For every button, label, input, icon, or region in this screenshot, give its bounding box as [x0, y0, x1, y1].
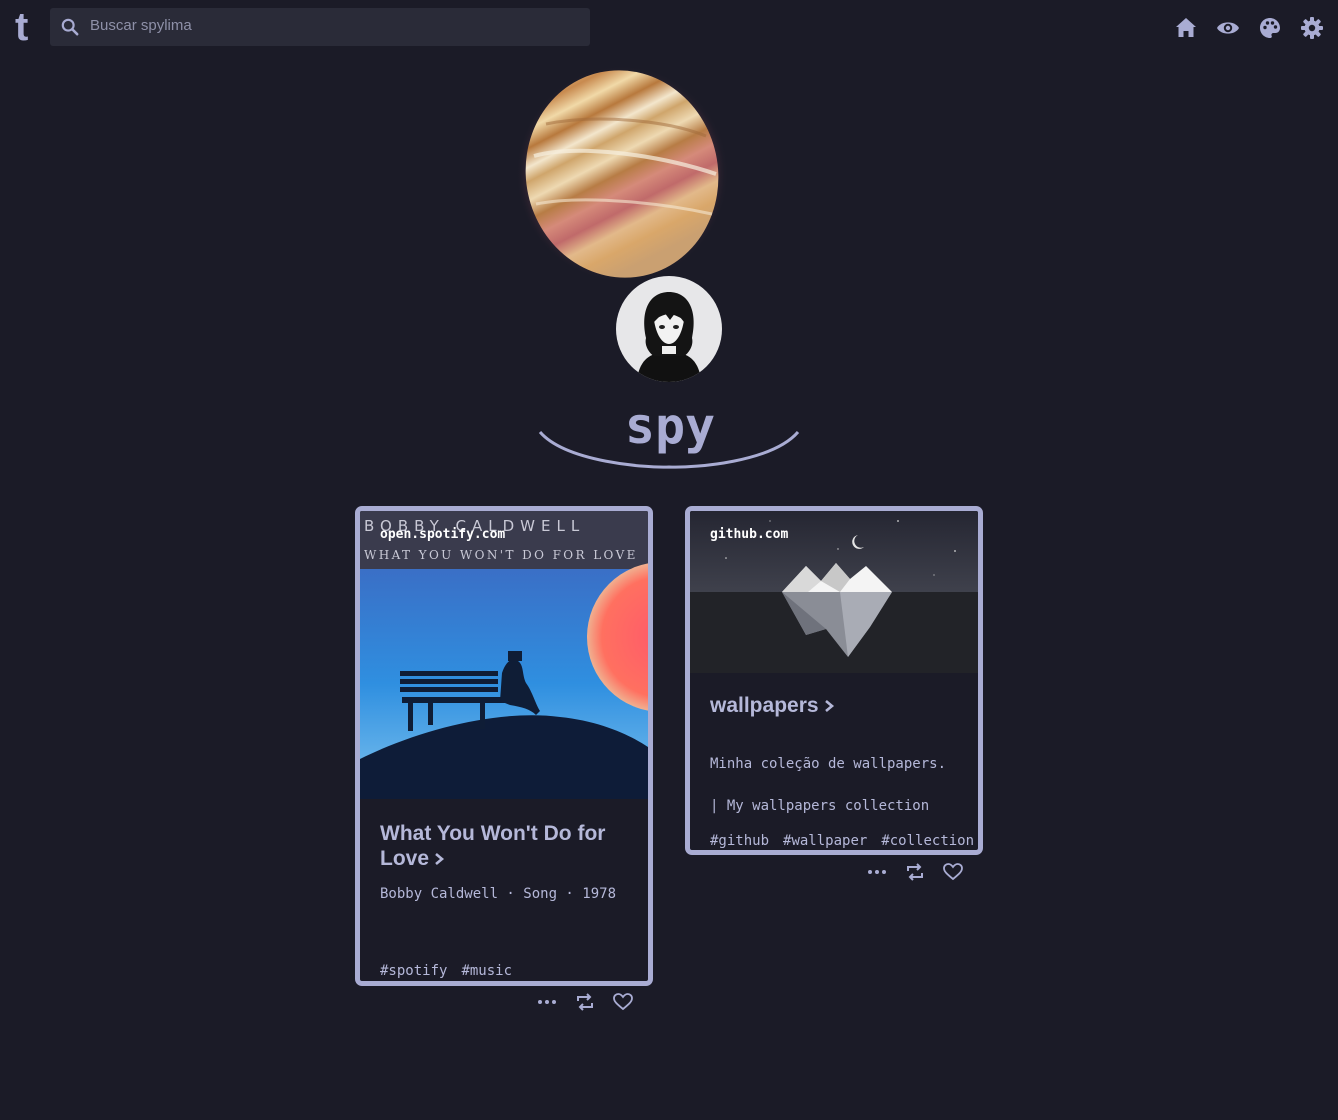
like-heart-icon[interactable] — [613, 991, 633, 1013]
post-actions — [537, 991, 633, 1013]
post-title-line1: What You Won't Do for — [380, 822, 606, 845]
post-title: wallpapers — [710, 694, 819, 717]
avatar[interactable] — [616, 276, 722, 382]
reblog-icon[interactable] — [575, 991, 595, 1013]
gear-icon[interactable] — [1300, 16, 1324, 40]
search-bar[interactable]: Buscar spylima — [50, 8, 590, 46]
post-description-line2: | My wallpapers collection — [710, 798, 930, 814]
post-cover-image[interactable]: BOBBY CALDWELL WHAT YOU WON'T DO FOR LOV… — [360, 511, 648, 799]
palette-icon[interactable] — [1258, 16, 1282, 40]
tumblr-logo[interactable]: t — [15, 7, 28, 47]
post-description: Minha coleção de wallpapers. | My wallpa… — [710, 733, 946, 838]
like-heart-icon[interactable] — [943, 861, 963, 883]
post-card-spotify[interactable]: BOBBY CALDWELL WHAT YOU WON'T DO FOR LOV… — [355, 506, 653, 986]
top-nav — [1174, 16, 1324, 40]
cover-title-text: WHAT YOU WON'T DO FOR LOVE — [364, 548, 638, 562]
reblog-icon[interactable] — [905, 861, 925, 883]
tag-link[interactable]: #wallpaper — [783, 833, 867, 849]
post-domain[interactable]: github.com — [710, 527, 788, 542]
post-title-line2: Love — [380, 847, 430, 870]
album-cover-art: BOBBY CALDWELL WHAT YOU WON'T DO FOR LOV… — [360, 511, 648, 799]
tag-link[interactable]: #spotify — [380, 963, 447, 979]
post-card-github[interactable]: github.com wallpapers Minha coleção de w… — [685, 506, 983, 855]
post-actions — [867, 861, 963, 883]
tag-link[interactable]: #github — [710, 833, 769, 849]
more-options-icon[interactable] — [867, 861, 887, 883]
post-tags: #spotify #music — [380, 963, 512, 979]
post-domain[interactable]: open.spotify.com — [380, 527, 505, 542]
home-icon[interactable] — [1174, 16, 1198, 40]
eye-icon[interactable] — [1216, 16, 1240, 40]
search-input[interactable]: Buscar spylima — [90, 17, 192, 34]
header-planet-image — [516, 66, 728, 282]
post-cover-image[interactable]: github.com — [690, 511, 978, 673]
search-icon — [61, 18, 79, 36]
tag-link[interactable]: #collection — [881, 833, 974, 849]
post-title-link[interactable]: What You Won't Do for Love — [380, 821, 605, 871]
post-description: Bobby Caldwell · Song · 1978 — [380, 886, 617, 902]
avatar-portrait-image — [638, 292, 700, 382]
chevron-right-icon — [824, 700, 834, 713]
title-underline-arc — [538, 430, 800, 469]
post-tags: #github #wallpaper #collection — [710, 833, 974, 849]
post-description-line1: Minha coleção de wallpapers. — [710, 756, 947, 772]
tag-link[interactable]: #music — [461, 963, 512, 979]
chevron-right-icon — [435, 853, 445, 866]
post-title-link[interactable]: wallpapers — [710, 693, 835, 718]
more-options-icon[interactable] — [537, 991, 557, 1013]
